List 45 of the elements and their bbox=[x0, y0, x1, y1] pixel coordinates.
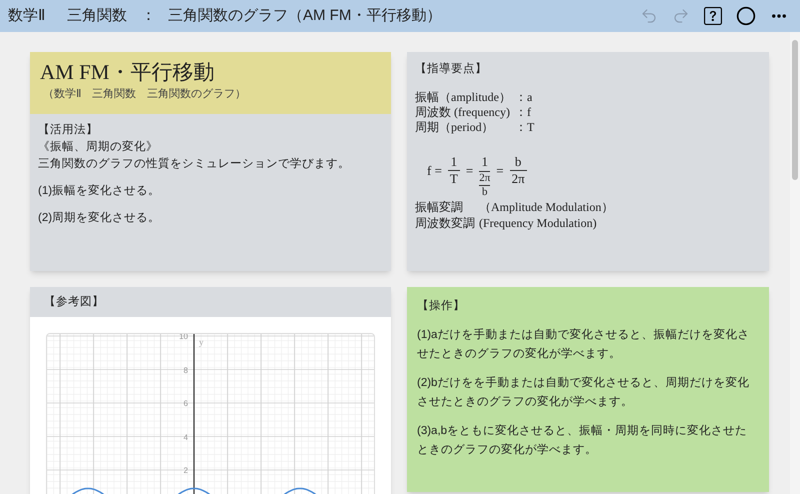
step-text: (2)bだけをを手動または自動で変化させると、周期だけを変化させたときのグラフの変化が学べます。 bbox=[417, 375, 750, 410]
modulation-term: 周波数変調 bbox=[415, 215, 475, 232]
formula-text: = bbox=[496, 162, 504, 180]
subject-title: 数学Ⅱ bbox=[8, 6, 45, 26]
axis-label: y bbox=[199, 338, 204, 347]
unit-title: 三角関数 bbox=[67, 6, 127, 26]
formula-text: f = bbox=[427, 162, 442, 180]
step-text: (1)aだけを手動または自動で変化させると、振幅だけを変化させたときのグラフの変化が学べます。 bbox=[417, 327, 750, 362]
card-title: AM FM・平行移動 bbox=[40, 60, 216, 84]
step-text: (1)振幅を変化させる。 bbox=[38, 183, 162, 199]
definition-symbol: ：f bbox=[515, 105, 532, 120]
step-text: (2)周期を変化させる。 bbox=[38, 210, 162, 226]
section-subheading: 《振幅、周期の変化》 bbox=[38, 139, 159, 155]
tick-label: 8 bbox=[184, 366, 188, 374]
scrollbar-thumb[interactable] bbox=[792, 40, 798, 180]
definition-term: 周期（period） bbox=[415, 120, 495, 136]
definition-symbol: ：T bbox=[515, 120, 534, 136]
step-text: (3)a,bをともに変化させると、振幅・周期を同時に変化させたときのグラフの変化が学べます。 bbox=[417, 423, 748, 458]
numerator: 1 bbox=[482, 154, 488, 171]
section-heading: 【操作】 bbox=[417, 298, 466, 314]
definition-term: 振幅（amplitude） bbox=[415, 90, 511, 106]
numerator: b bbox=[514, 154, 522, 170]
modulation-name: (Frequency Modulation) bbox=[479, 215, 598, 232]
denominator: b bbox=[482, 186, 488, 200]
definition-symbol: ：a bbox=[515, 90, 534, 106]
formula-text: = bbox=[466, 162, 474, 180]
denominator: T bbox=[448, 170, 459, 187]
tick-label: 6 bbox=[184, 400, 188, 408]
numerator: 1 bbox=[450, 154, 458, 170]
card-subtitle: （数学Ⅱ 三角関数 三角関数のグラフ） bbox=[43, 87, 247, 102]
denominator: 2π bbox=[510, 170, 526, 187]
tick-label: 4 bbox=[184, 434, 188, 442]
description-text: 三角関数のグラフの性質をシミュレーションで学びます。 bbox=[38, 156, 351, 172]
topic-title: 三角関数のグラフ（AM FM・平行移動） bbox=[168, 6, 442, 26]
numerator: 2π bbox=[479, 172, 490, 186]
definition-term: 周波数 (frequency) bbox=[415, 105, 511, 120]
section-heading: 【参考図】 bbox=[43, 294, 105, 310]
circle-icon[interactable] bbox=[736, 6, 756, 26]
help-icon[interactable] bbox=[704, 7, 722, 25]
tick-label: 2 bbox=[184, 467, 188, 475]
title-separator: ： bbox=[141, 6, 156, 26]
section-heading: 【指導要点】 bbox=[415, 61, 488, 77]
modulation-name: （Amplitude Modulation） bbox=[479, 199, 614, 216]
modulation-term: 振幅変調 bbox=[415, 199, 464, 216]
section-heading: 【活用法】 bbox=[38, 122, 99, 138]
